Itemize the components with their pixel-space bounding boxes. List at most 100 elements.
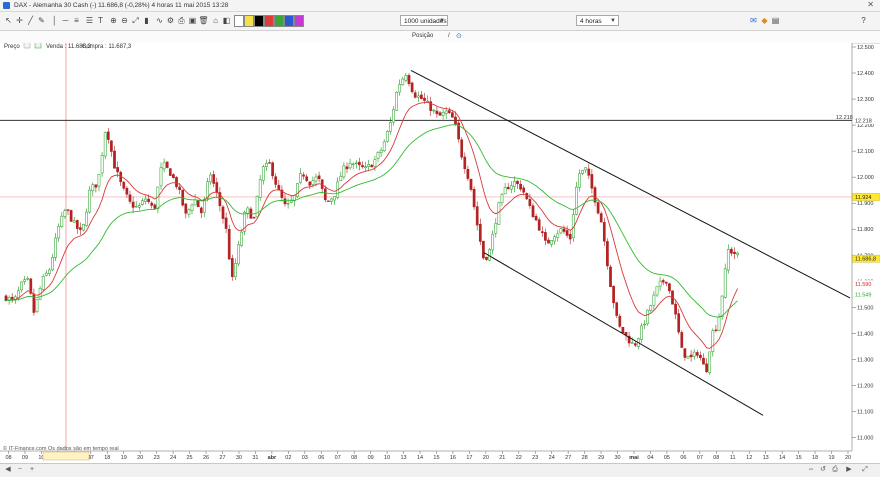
channel-icon[interactable]: ≡ xyxy=(71,15,82,26)
candle-up xyxy=(286,203,290,205)
x-tick-label: 06 xyxy=(318,455,324,461)
scroll-right-icon[interactable]: ▶ xyxy=(844,465,854,475)
y-tick-label: 11.800 xyxy=(857,227,873,233)
candle-down xyxy=(125,187,129,195)
color-black-swatch[interactable] xyxy=(254,15,264,27)
candle-down xyxy=(677,313,681,333)
toggle-small-icon[interactable] xyxy=(34,43,42,49)
candle-down xyxy=(612,286,615,304)
x-tick-label: 25 xyxy=(187,455,193,461)
crosshair-icon[interactable]: ✛ xyxy=(14,15,25,26)
scroll-left-icon[interactable]: ◀ xyxy=(3,465,13,475)
lock-icon[interactable]: ⌂ xyxy=(210,15,221,26)
help-icon[interactable]: ? xyxy=(858,15,869,26)
x-tick-label: mai xyxy=(629,455,639,461)
candle-type-icon[interactable]: ▮ xyxy=(141,15,152,26)
x-tick-label: 15 xyxy=(796,455,802,461)
settings-icon[interactable]: ⚙ xyxy=(165,15,176,26)
candle-down xyxy=(699,354,702,358)
fit-small-icon[interactable]: ⇔ xyxy=(806,465,816,475)
color-blue-swatch[interactable] xyxy=(284,15,294,27)
fibonacci-icon[interactable]: ☰ xyxy=(84,15,95,26)
candle-up xyxy=(255,196,259,218)
candle-down xyxy=(271,162,274,177)
y-tick-label: 11.100 xyxy=(857,409,873,415)
y-tick-label: 12.100 xyxy=(857,149,874,155)
candle-down xyxy=(4,295,8,301)
candle-up xyxy=(711,330,715,352)
close-icon[interactable]: ✕ xyxy=(867,0,874,9)
candle-down xyxy=(224,217,228,229)
candle-down xyxy=(327,200,330,202)
candle-down xyxy=(116,167,119,173)
candle-up xyxy=(333,196,336,201)
candle-down xyxy=(345,166,349,170)
color-yellow-swatch[interactable] xyxy=(244,15,254,27)
candle-up xyxy=(441,112,445,116)
candle-down xyxy=(609,266,612,287)
news-icon[interactable]: ◆ xyxy=(759,15,770,26)
horizontal-line-icon[interactable]: ─ xyxy=(60,15,71,26)
color-green-swatch[interactable] xyxy=(274,15,284,27)
zoom-in-small-icon[interactable]: + xyxy=(27,465,37,475)
candle-up xyxy=(444,110,448,114)
pencil-icon[interactable]: ✎ xyxy=(36,15,47,26)
y-tick-label: 11.400 xyxy=(857,331,873,337)
line-tool-icon[interactable]: ╱ xyxy=(25,15,36,26)
cursor-icon[interactable]: ↖ xyxy=(3,15,14,26)
candle-up xyxy=(494,223,498,234)
candle-down xyxy=(131,201,135,208)
x-tick-label: 26 xyxy=(203,455,209,461)
trash-icon[interactable]: 🗑 xyxy=(198,15,209,26)
candle-down xyxy=(268,162,271,164)
candle-down xyxy=(150,202,154,206)
reset-icon[interactable]: ↺ xyxy=(818,465,828,475)
units-select[interactable]: 1000 unidades ▼ xyxy=(400,15,448,26)
x-tick-label: 09 xyxy=(368,455,374,461)
color-white-swatch[interactable] xyxy=(234,15,244,27)
print-small-icon[interactable]: ⎙ xyxy=(830,465,840,475)
candle-up xyxy=(57,226,61,239)
zoom-in-icon[interactable]: ⊕ xyxy=(108,15,119,26)
position-toggle-icon[interactable]: ⊙ xyxy=(456,32,462,40)
crosshair-date-box xyxy=(42,451,90,461)
x-tick-label: 27 xyxy=(565,455,571,461)
candle-down xyxy=(423,97,426,101)
layout-icon[interactable]: ▤ xyxy=(770,15,781,26)
candle-down xyxy=(79,227,82,230)
candle-up xyxy=(265,162,268,167)
fit-icon[interactable]: ⤢ xyxy=(130,15,141,26)
save-icon[interactable]: ▣ xyxy=(187,15,198,26)
zoom-out-icon[interactable]: ⊖ xyxy=(119,15,130,26)
timeframe-select[interactable]: 4 horas ▼ xyxy=(576,15,619,26)
candle-up xyxy=(398,84,402,93)
properties-icon[interactable]: ◧ xyxy=(221,15,232,26)
candle-down xyxy=(633,343,637,346)
x-tick-label: 20 xyxy=(137,455,143,461)
color-purple-swatch[interactable] xyxy=(294,15,304,27)
settings-small-icon[interactable] xyxy=(23,43,31,49)
expand-icon[interactable]: ⤢ xyxy=(860,465,870,475)
plot-area[interactable] xyxy=(0,43,852,451)
candle-down xyxy=(562,228,566,232)
vertical-line-icon[interactable]: │ xyxy=(49,15,60,26)
zoom-out-small-icon[interactable]: − xyxy=(15,465,25,475)
text-tool-icon[interactable]: T xyxy=(95,15,106,26)
candle-up xyxy=(348,163,352,169)
print-icon[interactable]: ⎙ xyxy=(176,15,187,26)
candle-up xyxy=(60,215,64,227)
candle-down xyxy=(370,164,374,168)
candle-up xyxy=(658,280,662,287)
alert-icon[interactable]: ✉ xyxy=(748,15,759,26)
y-axis: 12.50012.40012.30012.20012.10012.00011.9… xyxy=(852,45,874,442)
indicator-icon[interactable]: ∿ xyxy=(154,15,165,26)
position-label: Posição xyxy=(412,33,434,39)
x-tick-label: 11 xyxy=(730,455,736,461)
candle-down xyxy=(454,116,457,125)
candle-up xyxy=(401,78,405,86)
candle-down xyxy=(702,357,705,365)
color-red-swatch[interactable] xyxy=(264,15,274,27)
window-title: DAX - Alemanha 30 Cash (-) 11.686,8 (-0,… xyxy=(14,2,229,9)
price-chart[interactable]: 12.50012.40012.30012.20012.10012.00011.9… xyxy=(0,43,880,463)
candle-up xyxy=(144,198,147,202)
